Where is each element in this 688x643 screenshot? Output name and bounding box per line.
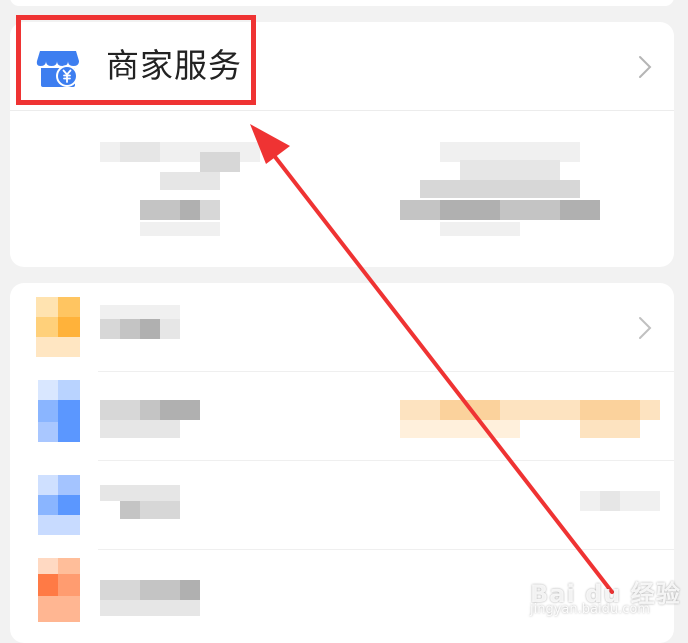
chevron-right-icon: [639, 317, 652, 339]
header-divider: [10, 110, 674, 111]
list-item-icon: [28, 380, 92, 444]
previous-card: [10, 0, 674, 6]
list-item-icon: [28, 475, 92, 539]
list-item-icon: [28, 558, 92, 622]
watermark-url: jingyan.baidu.com: [530, 602, 650, 617]
list-item[interactable]: [10, 283, 674, 371]
list-item-icon: [28, 297, 92, 361]
list-item[interactable]: [10, 461, 674, 549]
chevron-right-icon: [639, 56, 652, 78]
highlight-box: [16, 15, 256, 105]
list-item[interactable]: [10, 372, 674, 460]
